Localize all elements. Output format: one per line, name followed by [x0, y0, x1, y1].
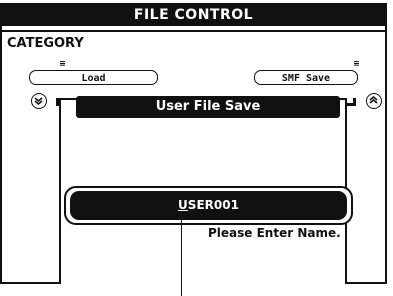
screen-title: FILE CONTROL — [2, 5, 385, 26]
name-cursor-char: U — [178, 198, 188, 212]
tick-mark: ≡ — [59, 59, 66, 68]
category-label: CATEGORY — [7, 36, 84, 51]
tick-mark: ≡ — [353, 59, 360, 68]
dialog-bracket — [346, 98, 356, 106]
up-arrow-circle-icon[interactable] — [366, 93, 382, 109]
callout-line — [181, 220, 182, 296]
down-arrow-circle-icon[interactable] — [31, 93, 47, 109]
smf-save-button[interactable]: SMF Save — [254, 70, 358, 85]
title-separator — [2, 26, 385, 32]
file-name-input[interactable]: USER001 — [70, 191, 347, 220]
enter-name-prompt: Please Enter Name. — [208, 226, 341, 240]
dialog-title: User File Save — [76, 96, 340, 118]
load-button[interactable]: Load — [29, 70, 158, 85]
name-text: SER001 — [187, 198, 239, 212]
